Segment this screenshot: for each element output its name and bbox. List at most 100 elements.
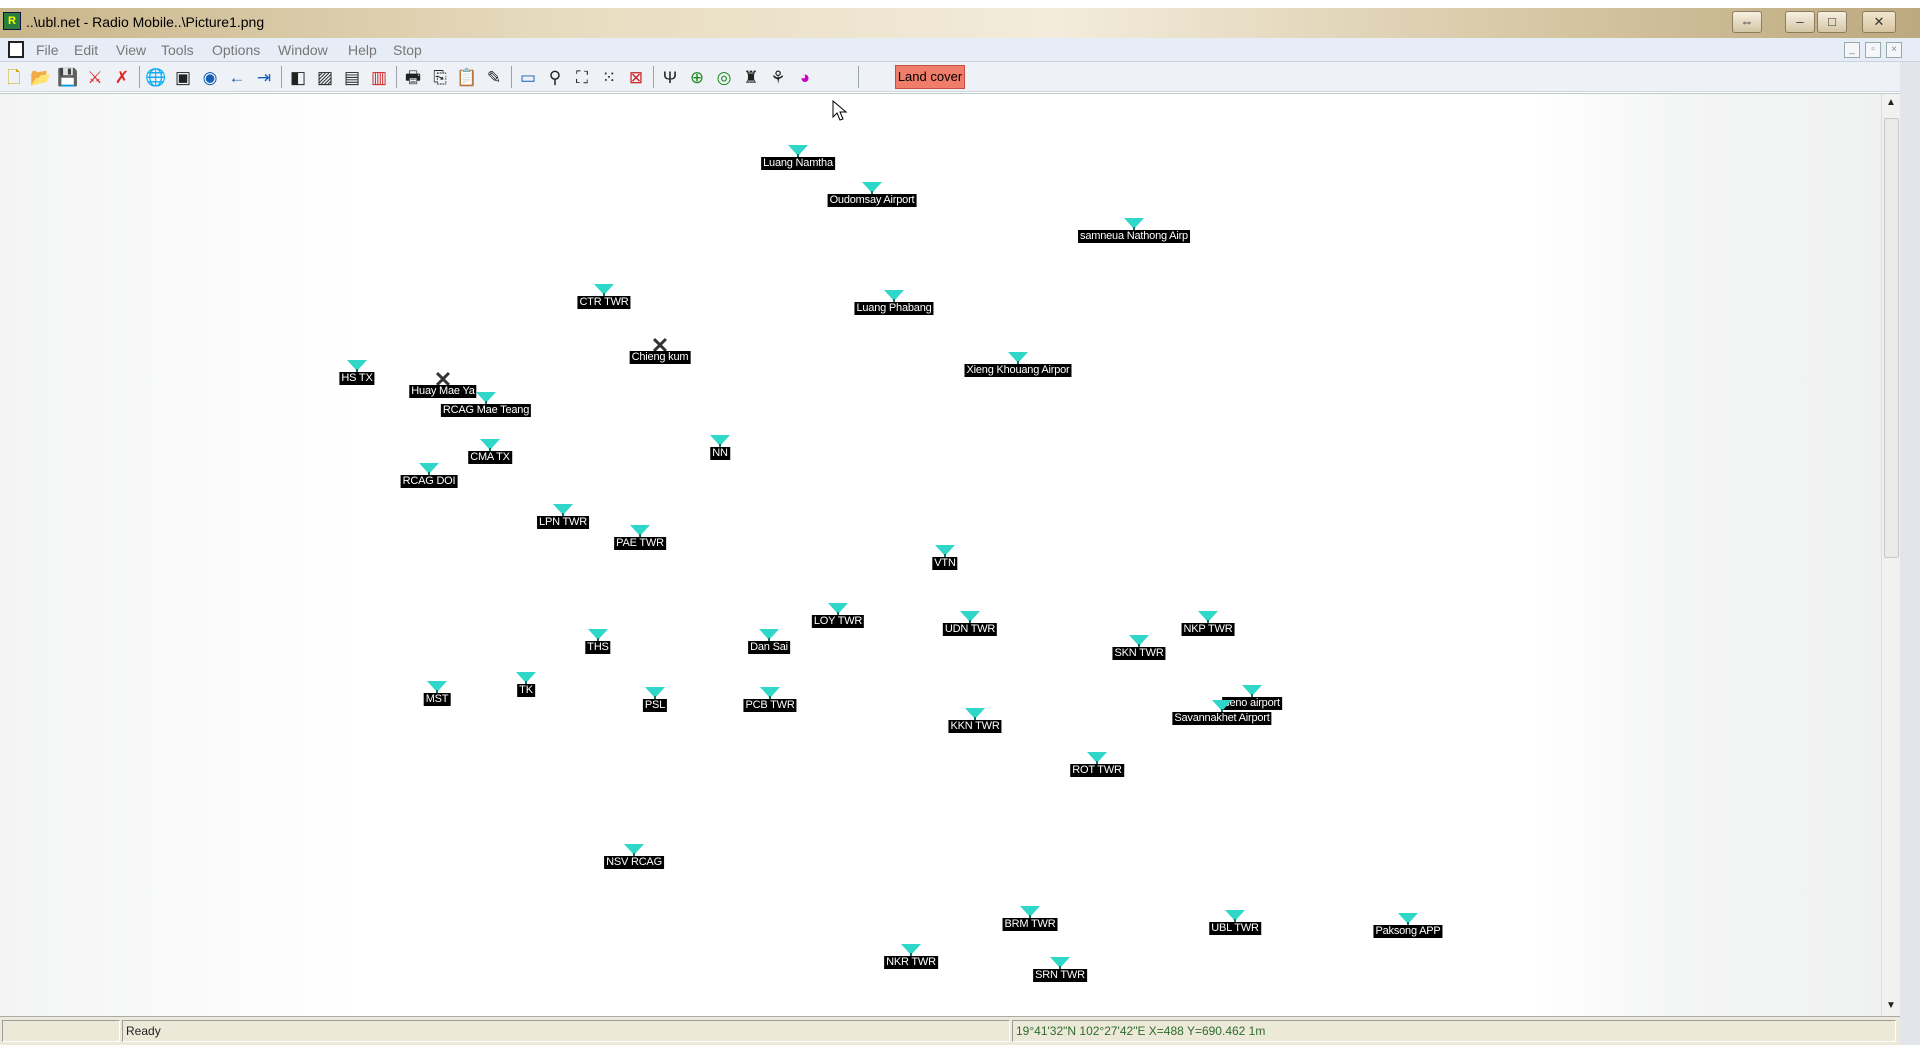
site-marker[interactable]: LOY TWR <box>811 603 865 628</box>
menu-window[interactable]: Window <box>278 42 328 58</box>
antenna-icon[interactable] <box>480 439 500 458</box>
site-marker[interactable]: samneua Nathong Airp <box>1078 218 1190 243</box>
site-marker[interactable]: BRM TWR <box>1002 906 1058 931</box>
site-marker[interactable]: NKP TWR <box>1181 611 1235 636</box>
site-marker[interactable]: Xieng Khouang Airpor <box>964 352 1072 377</box>
antenna-icon[interactable] <box>788 145 808 164</box>
site-marker[interactable]: ✕ Huay Mae Ya <box>409 369 477 398</box>
site-marker[interactable]: SKN TWR <box>1112 635 1166 660</box>
edit-picture-icon[interactable]: ▨ <box>314 66 336 88</box>
minimize-button[interactable]: – <box>1785 11 1815 33</box>
gps-icon[interactable]: ⊕ <box>686 66 708 88</box>
menu-edit[interactable]: Edit <box>74 42 98 58</box>
antenna-icon[interactable] <box>347 360 367 379</box>
site-marker[interactable]: NN <box>710 435 730 460</box>
antenna-icon[interactable] <box>516 672 536 691</box>
antenna-icon[interactable] <box>1225 910 1245 929</box>
maximize-button[interactable]: □ <box>1817 11 1847 33</box>
antenna-icon[interactable] <box>419 463 439 482</box>
antenna-icon[interactable] <box>935 545 955 564</box>
antenna-icon[interactable] <box>1008 352 1028 371</box>
scrollbar-thumb[interactable] <box>1884 118 1899 558</box>
unit-properties-icon[interactable]: ✗ <box>111 66 133 88</box>
map-view[interactable]: Luang Namtha Oudomsay Airport samneua Nath… <box>0 93 1900 1017</box>
site-marker[interactable]: seno airport <box>1222 685 1282 710</box>
site-marker[interactable]: MST <box>423 681 451 706</box>
elevation-grid-icon[interactable]: ⚘ <box>767 66 789 88</box>
mdi-minimize-button[interactable]: _ <box>1844 42 1860 58</box>
antenna-icon[interactable] <box>1212 700 1232 719</box>
site-marker[interactable]: VTN <box>932 545 958 570</box>
scroll-down-arrow-icon[interactable]: ▼ <box>1884 999 1898 1013</box>
antenna-icon[interactable] <box>862 182 882 201</box>
open-folder-icon[interactable]: 📂 <box>30 66 52 88</box>
site-marker[interactable]: THS <box>585 629 611 654</box>
site-marker[interactable]: UBL TWR <box>1209 910 1261 935</box>
antenna-icon[interactable] <box>1050 957 1070 976</box>
antenna-icon[interactable] <box>553 504 573 523</box>
show-networks-icon[interactable]: ◧ <box>287 66 309 88</box>
copy-picture-icon[interactable]: ▤ <box>341 66 363 88</box>
menu-view[interactable]: View <box>116 42 146 58</box>
forward-arrow-icon[interactable]: ⇥ <box>253 66 275 88</box>
google-earth-icon[interactable]: ◎ <box>713 66 735 88</box>
radio-mobile-icon[interactable]: R <box>3 12 21 30</box>
copy-icon[interactable]: ⎘ <box>429 66 451 88</box>
draw-tool-icon[interactable]: ✎ <box>483 66 505 88</box>
menu-options[interactable]: Options <box>212 42 260 58</box>
pdf-export-icon[interactable]: ▥ <box>368 66 390 88</box>
antenna-icon[interactable] <box>1242 685 1262 704</box>
save-icon[interactable]: 💾 <box>57 66 79 88</box>
combined-coverage-icon[interactable]: ⁙ <box>598 66 620 88</box>
antenna-icon[interactable] <box>1198 611 1218 630</box>
menu-tools[interactable]: Tools <box>161 42 194 58</box>
vertical-scrollbar[interactable]: ▲ ▼ <box>1881 94 1900 1017</box>
back-arrow-icon[interactable]: ← <box>226 66 248 88</box>
site-marker[interactable]: PAE TWR <box>614 525 666 550</box>
site-marker[interactable]: PSL <box>642 687 668 712</box>
map-properties-globe-icon[interactable]: 🌐 <box>145 66 167 88</box>
radio-link-icon[interactable]: ▭ <box>517 66 539 88</box>
site-marker[interactable]: RCAG DOI <box>400 463 458 488</box>
menu-help[interactable]: Help <box>348 42 377 58</box>
site-marker[interactable]: PCB TWR <box>743 687 797 712</box>
antenna-icon[interactable] <box>710 435 730 454</box>
menu-file[interactable]: File <box>36 42 59 58</box>
antenna-icon[interactable] <box>476 392 496 411</box>
menu-stop[interactable]: Stop <box>393 42 422 58</box>
antenna-icon[interactable] <box>760 687 780 706</box>
antenna-icon[interactable] <box>960 611 980 630</box>
restore-arrows-icon[interactable]: ⇔ <box>1732 11 1762 33</box>
site-marker[interactable]: ✕ Chieng kum <box>629 335 691 364</box>
antenna-icon[interactable] <box>1398 913 1418 932</box>
mdi-restore-button[interactable]: ▫ <box>1865 42 1881 58</box>
antenna-icon[interactable] <box>759 629 779 648</box>
antenna-icon[interactable] <box>630 525 650 544</box>
network-properties-icon[interactable]: ⚔ <box>84 66 106 88</box>
mdi-close-button[interactable]: × <box>1886 42 1902 58</box>
new-network-icon[interactable]: 🗋 <box>3 66 25 88</box>
antenna-icon[interactable] <box>901 944 921 963</box>
merge-pictures-icon[interactable]: ▣ <box>172 66 194 88</box>
antenna-icon[interactable] <box>1020 906 1040 925</box>
site-marker[interactable]: CTR TWR <box>577 284 631 309</box>
site-marker[interactable]: ROT TWR <box>1070 752 1124 777</box>
antenna-icon[interactable] <box>624 844 644 863</box>
paste-icon[interactable]: 📋 <box>456 66 478 88</box>
site-marker[interactable]: LPN TWR <box>537 504 589 529</box>
site-marker[interactable]: Luang Phabang <box>854 290 934 315</box>
world-map-icon[interactable]: ◉ <box>199 66 221 88</box>
site-marker[interactable]: NKR TWR <box>884 944 938 969</box>
site-marker[interactable]: TK <box>516 672 536 697</box>
antenna-icon[interactable] <box>594 284 614 303</box>
document-icon[interactable] <box>8 41 24 58</box>
antenna-icon[interactable] <box>1087 752 1107 771</box>
title-bar[interactable]: R ..\ubl.net - Radio Mobile..\Picture1.p… <box>0 8 1920 38</box>
site-marker[interactable]: RCAG Mae Teang <box>440 392 532 417</box>
tower-icon[interactable]: ♜ <box>740 66 762 88</box>
close-button[interactable]: ✕ <box>1862 11 1896 33</box>
antenna-icon[interactable] <box>427 681 447 700</box>
3d-view-icon[interactable]: ◕ <box>794 66 816 88</box>
land-cover-button[interactable]: Land cover <box>895 65 965 89</box>
site-marker[interactable]: Luang Namtha <box>761 145 835 170</box>
